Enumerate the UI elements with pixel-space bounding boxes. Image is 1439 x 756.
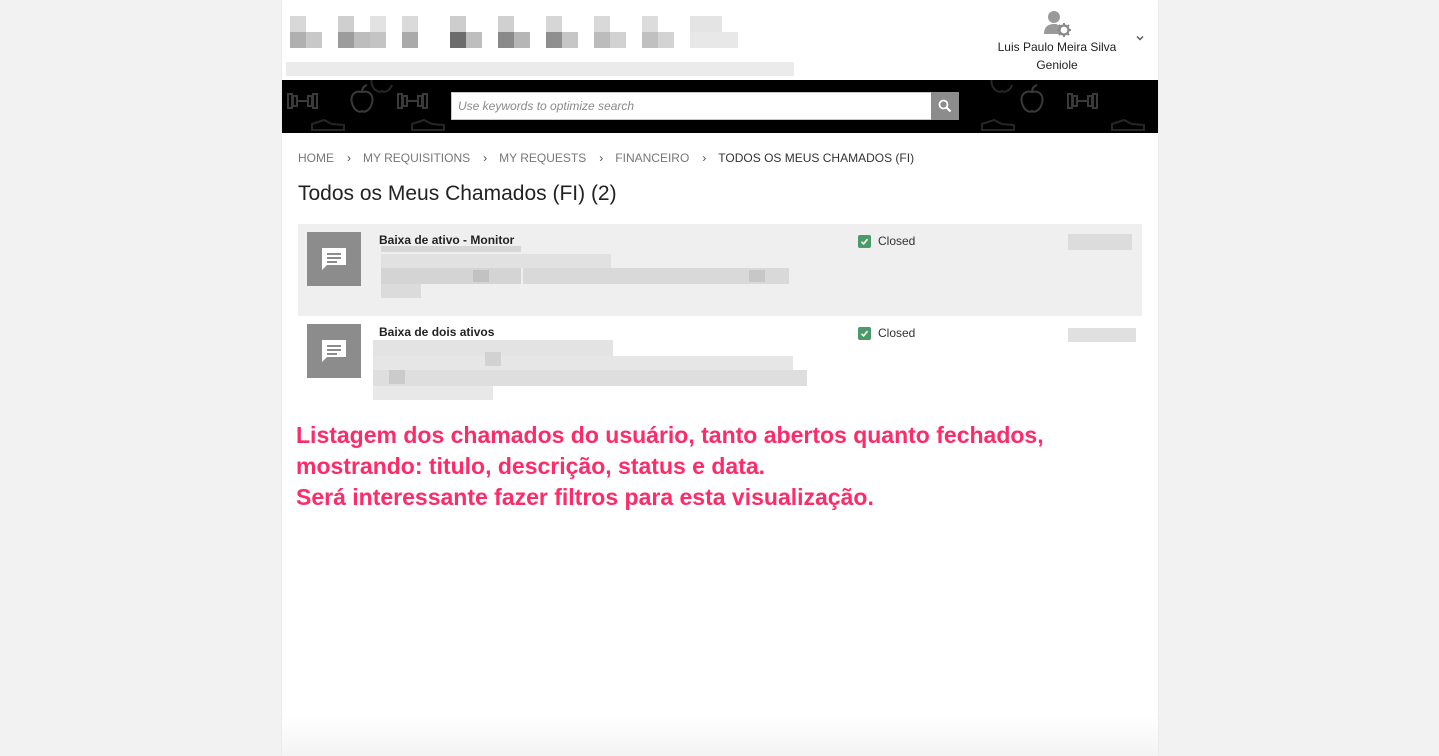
chevron-right-icon: › xyxy=(347,151,351,165)
sneaker-icon xyxy=(981,118,1015,131)
list-item[interactable]: Baixa de dois ativos Closed xyxy=(298,316,1142,408)
page-title: Todos os Meus Chamados (FI) (2) xyxy=(298,182,617,205)
dumbbell-icon xyxy=(1067,93,1098,109)
search-banner xyxy=(282,80,1158,133)
checkbox-checked-icon xyxy=(858,326,871,340)
status-badge: Closed xyxy=(858,326,915,340)
user-name-line1: Luis Paulo Meira Silva xyxy=(997,40,1117,54)
dumbbell-icon xyxy=(397,93,428,109)
status-text: Closed xyxy=(878,326,916,340)
header: Luis Paulo Meira Silva Geniole xyxy=(282,0,1158,80)
bottom-fade xyxy=(282,716,1158,756)
search-icon xyxy=(938,99,952,113)
chevron-down-icon[interactable] xyxy=(1134,32,1146,44)
status-text: Closed xyxy=(878,234,916,248)
blurred-date xyxy=(1068,234,1132,250)
annotation-line: Listagem dos chamados do usuário, tanto … xyxy=(296,422,1044,448)
sneaker-icon xyxy=(311,118,345,131)
dumbbell-icon xyxy=(287,93,318,109)
user-name-line2: Geniole xyxy=(1036,58,1078,72)
annotation-note: Listagem dos chamados do usuário, tanto … xyxy=(296,420,1136,513)
user-menu[interactable]: Luis Paulo Meira Silva Geniole xyxy=(982,8,1132,74)
apple-icon xyxy=(370,80,393,93)
breadcrumb-home[interactable]: HOME xyxy=(298,151,334,165)
user-settings-icon xyxy=(1044,11,1071,37)
blurred-date xyxy=(1068,328,1136,342)
page-container: Luis Paulo Meira Silva Geniole Use keywo… xyxy=(282,0,1158,756)
search-input[interactable] xyxy=(452,93,932,119)
status-badge: Closed xyxy=(858,234,915,248)
comment-icon xyxy=(307,232,361,286)
request-title[interactable]: Baixa de ativo - Monitor xyxy=(379,233,514,247)
breadcrumb-financeiro[interactable]: FINANCEIRO xyxy=(615,151,689,165)
breadcrumb-my-requests[interactable]: MY REQUESTS xyxy=(499,151,586,165)
blurred-description xyxy=(373,246,793,308)
annotation-line: Será interessante fazer filtros para est… xyxy=(296,484,874,510)
apple-icon xyxy=(990,80,1013,93)
checkbox-checked-icon xyxy=(858,234,871,248)
search-button[interactable] xyxy=(931,92,959,120)
comment-icon xyxy=(307,324,361,378)
request-title[interactable]: Baixa de dois ativos xyxy=(379,325,494,339)
search-bar xyxy=(451,92,959,120)
chevron-right-icon: › xyxy=(483,151,488,165)
apple-icon xyxy=(1020,84,1044,113)
breadcrumb: HOME › MY REQUISITIONS › MY REQUESTS › F… xyxy=(298,150,914,166)
chevron-right-icon: › xyxy=(702,151,707,165)
breadcrumb-my-requisitions[interactable]: MY REQUISITIONS xyxy=(363,151,470,165)
annotation-line: mostrando: titulo, descrição, status e d… xyxy=(296,453,766,479)
chevron-right-icon: › xyxy=(599,151,604,165)
list-item[interactable]: Baixa de ativo - Monitor Closed xyxy=(298,224,1142,316)
sneaker-icon xyxy=(411,118,445,131)
blurred-description xyxy=(373,340,813,402)
blurred-logo xyxy=(286,12,794,76)
sneaker-icon xyxy=(1111,118,1145,131)
apple-icon xyxy=(350,84,374,113)
breadcrumb-current: TODOS OS MEUS CHAMADOS (FI) xyxy=(718,151,915,165)
